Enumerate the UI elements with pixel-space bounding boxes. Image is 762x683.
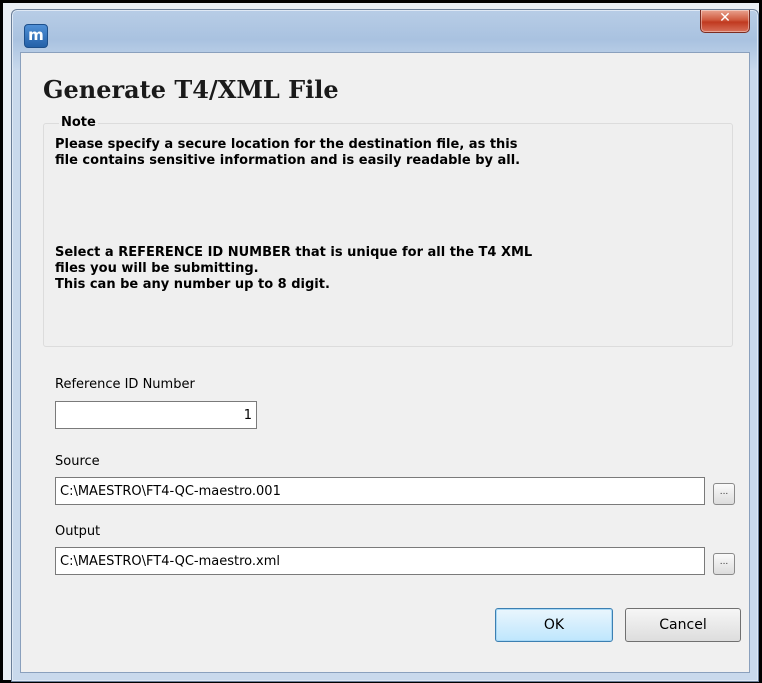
output-label: Output (55, 524, 101, 539)
reference-id-input[interactable] (55, 401, 257, 429)
ok-button[interactable]: OK (495, 608, 613, 642)
source-browse-button[interactable]: ... (713, 483, 735, 505)
output-path-input[interactable] (55, 547, 705, 575)
source-path-input[interactable] (55, 477, 705, 505)
cancel-button[interactable]: Cancel (625, 608, 741, 642)
note-reference-text: Select a REFERENCE ID NUMBER that is uni… (55, 245, 695, 293)
dialog-body: Generate T4/XML File Note Please specify… (20, 52, 750, 673)
note-line: This can be any number up to 8 digit. (55, 277, 330, 292)
dialog-window: m ✕ Generate T4/XML File Note Please spe… (11, 9, 759, 682)
note-line: Select a REFERENCE ID NUMBER that is uni… (55, 245, 533, 260)
screenshot-frame: m ✕ Generate T4/XML File Note Please spe… (0, 0, 762, 683)
title-bar[interactable]: m ✕ (12, 10, 758, 52)
output-browse-button[interactable]: ... (713, 553, 735, 575)
dialog-title: Generate T4/XML File (43, 75, 339, 104)
app-logo-icon: m (24, 24, 48, 48)
close-button[interactable]: ✕ (700, 10, 750, 33)
note-line: Please specify a secure location for the… (55, 137, 518, 152)
note-security-text: Please specify a secure location for the… (55, 137, 695, 169)
reference-id-label: Reference ID Number (55, 377, 195, 392)
note-line: files you will be submitting. (55, 261, 259, 276)
close-icon: ✕ (719, 10, 731, 26)
note-label: Note (59, 115, 98, 130)
note-line: file contains sensitive information and … (55, 153, 521, 168)
source-label: Source (55, 454, 100, 469)
